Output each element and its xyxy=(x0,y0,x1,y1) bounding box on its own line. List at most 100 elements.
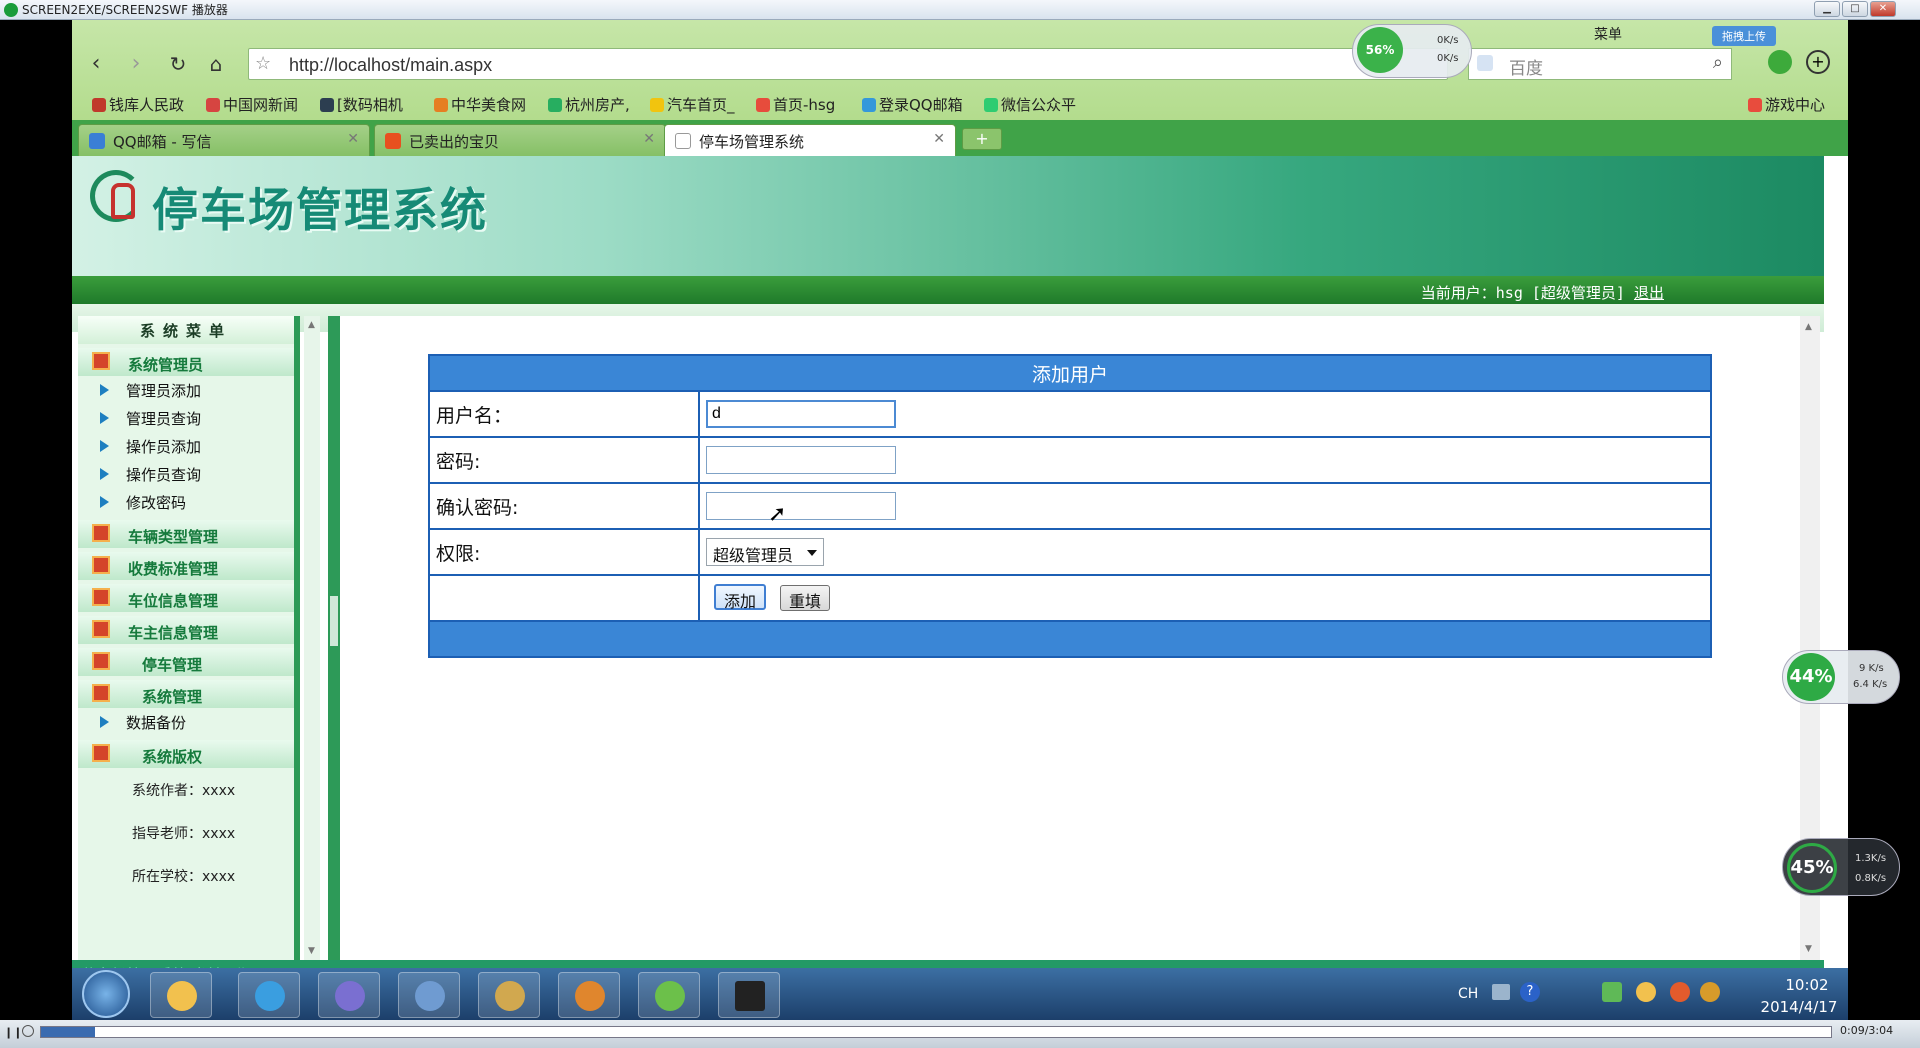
site-title: 停车场管理系统 xyxy=(152,183,488,237)
network-meter-top[interactable]: 56% 0K/s 0K/s xyxy=(1352,24,1472,78)
menu-group-fee-standard[interactable]: 收费标准管理 xyxy=(78,552,294,580)
close-tab-icon[interactable]: ✕ xyxy=(643,131,655,147)
folder-icon xyxy=(92,588,110,606)
search-icon[interactable]: ⌕ xyxy=(1713,52,1723,73)
loop-icon[interactable] xyxy=(22,1025,34,1037)
menu-item-query-admin[interactable]: 管理员查询 xyxy=(78,404,294,432)
tray-app-icon[interactable] xyxy=(1636,982,1656,1002)
menu-group-system[interactable]: 系统管理 xyxy=(78,680,294,708)
progress-bar[interactable] xyxy=(40,1026,1832,1038)
search-input[interactable]: 百度 xyxy=(1509,54,1543,79)
url-text[interactable]: http://localhost/main.aspx xyxy=(289,55,492,76)
bookmark-item[interactable]: 登录QQ邮箱 xyxy=(862,94,963,115)
refresh-icon[interactable]: ↻ xyxy=(164,50,192,78)
menu-group-copyright[interactable]: 系统版权 xyxy=(78,740,294,768)
menu-group-owner-info[interactable]: 车主信息管理 xyxy=(78,616,294,644)
new-tab-button[interactable]: + xyxy=(962,128,1002,150)
scroll-up-icon[interactable]: ▲ xyxy=(1805,322,1812,332)
address-bar[interactable]: ☆ http://localhost/main.aspx xyxy=(248,48,1448,80)
scroll-down-icon[interactable]: ▼ xyxy=(1805,944,1812,954)
keyboard-icon[interactable] xyxy=(1492,984,1510,1000)
menu-label[interactable]: 菜单 xyxy=(1594,24,1622,44)
bookmark-item[interactable]: 首页-hsg xyxy=(756,94,835,115)
taskbar-app-8[interactable] xyxy=(718,972,780,1018)
upload-button[interactable]: 拖拽上传 xyxy=(1712,26,1776,46)
back-icon[interactable]: ‹ xyxy=(82,50,110,78)
help-icon[interactable]: ? xyxy=(1520,982,1540,1002)
bookmark-item[interactable]: 中华美食网 xyxy=(434,94,526,115)
taskbar-app-7[interactable] xyxy=(638,972,700,1018)
menu-group-parking[interactable]: 停车管理 xyxy=(78,648,294,676)
player-title: SCREEN2EXE/SCREEN2SWF 播放器 xyxy=(22,3,228,17)
sidebar-scrollbar[interactable]: ▲ ▼ xyxy=(304,316,320,960)
add-button[interactable]: 添加 xyxy=(714,584,767,611)
web-page: 停车场管理系统 当前用户：hsg [超级管理员] 退出 系统菜单 系统管理员 管… xyxy=(72,156,1848,1020)
close-tab-icon[interactable]: ✕ xyxy=(933,131,945,147)
search-box[interactable]: 百度 ⌕ xyxy=(1468,48,1732,80)
school-info: 所在学校：xxxx xyxy=(132,869,236,885)
tray-app-icon[interactable] xyxy=(1602,982,1622,1002)
language-indicator[interactable]: CH xyxy=(1458,986,1478,1002)
clock-time[interactable]: 10:02 xyxy=(1762,976,1852,994)
bookmark-item[interactable]: 钱库人民政 xyxy=(92,94,184,115)
reset-button[interactable]: 重填 xyxy=(780,585,831,611)
menu-item-add-admin[interactable]: 管理员添加 xyxy=(78,376,294,404)
taskbar-browser[interactable] xyxy=(238,972,300,1018)
search-engine-icon[interactable] xyxy=(1477,55,1493,71)
bookmark-item[interactable]: 汽车首页_ xyxy=(650,94,735,115)
scroll-down-icon[interactable]: ▼ xyxy=(308,946,315,956)
scroll-up-icon[interactable]: ▲ xyxy=(308,320,315,330)
network-meter-middle[interactable]: 44% 9 K/s 6.4 K/s xyxy=(1782,650,1900,704)
navigation-bar: ‹ › ↻ ⌂ ☆ http://localhost/main.aspx 菜单 … xyxy=(72,20,1848,120)
star-icon[interactable]: ☆ xyxy=(255,53,271,74)
page-icon xyxy=(675,133,691,149)
qq-icon[interactable] xyxy=(1670,982,1690,1002)
chat-icon[interactable] xyxy=(1768,50,1792,74)
home-icon[interactable]: ⌂ xyxy=(202,50,230,78)
menu-group-space-info[interactable]: 车位信息管理 xyxy=(78,584,294,612)
bookmark-item[interactable]: 中国网新闻 xyxy=(206,94,298,115)
taskbar-app-5[interactable] xyxy=(478,972,540,1018)
bookmark-item[interactable]: [数码相机 xyxy=(320,94,403,115)
password-input[interactable] xyxy=(706,446,896,474)
close-button[interactable]: ✕ xyxy=(1870,1,1896,17)
browser-icon xyxy=(255,981,285,1011)
tab-qq-mail[interactable]: QQ邮箱 - 写信 ✕ xyxy=(78,124,370,156)
menu-group-vehicle-type[interactable]: 车辆类型管理 xyxy=(78,520,294,548)
app-icon xyxy=(575,981,605,1011)
taskbar-app-4[interactable] xyxy=(398,972,460,1018)
pause-icon[interactable]: ❙❙ xyxy=(4,1026,22,1039)
form-footer xyxy=(428,620,1712,658)
username-input[interactable] xyxy=(706,400,896,428)
tray-app-icon[interactable] xyxy=(1700,982,1720,1002)
minimize-button[interactable]: ▁ xyxy=(1814,1,1840,17)
taskbar-explorer[interactable] xyxy=(150,972,212,1018)
tab-sold-items[interactable]: 已卖出的宝贝 ✕ xyxy=(374,124,666,156)
game-center-link[interactable]: 游戏中心 xyxy=(1748,94,1825,115)
start-button-icon[interactable] xyxy=(82,970,130,1018)
form-title: 添加用户 xyxy=(428,354,1712,392)
menu-item-change-password[interactable]: 修改密码 xyxy=(78,488,294,516)
collapse-handle[interactable] xyxy=(330,596,338,646)
app-icon xyxy=(655,981,685,1011)
menu-item-add-operator[interactable]: 操作员添加 xyxy=(78,432,294,460)
add-icon[interactable]: + xyxy=(1806,50,1830,74)
confirm-password-input[interactable] xyxy=(706,492,896,520)
maximize-button[interactable]: □ xyxy=(1842,1,1868,17)
clock-date[interactable]: 2014/4/17 xyxy=(1744,998,1854,1016)
forward-icon[interactable]: › xyxy=(122,50,150,78)
frame-divider[interactable] xyxy=(328,316,340,960)
bookmark-item[interactable]: 杭州房产, xyxy=(548,94,630,115)
logout-link[interactable]: 退出 xyxy=(1634,284,1664,302)
network-meter-bottom[interactable]: 45% 1.3K/s 0.8K/s xyxy=(1782,838,1900,896)
bookmark-item[interactable]: 微信公众平 xyxy=(984,94,1076,115)
menu-group-system-admin[interactable]: 系统管理员 xyxy=(78,348,294,376)
taskbar-app-6[interactable] xyxy=(558,972,620,1018)
folder-icon xyxy=(92,652,110,670)
taskbar-app-3[interactable] xyxy=(318,972,380,1018)
tab-parking-system[interactable]: 停车场管理系统 ✕ xyxy=(664,124,956,156)
close-tab-icon[interactable]: ✕ xyxy=(347,131,359,147)
menu-item-query-operator[interactable]: 操作员查询 xyxy=(78,460,294,488)
role-select[interactable]: 超级管理员 xyxy=(706,538,824,566)
menu-item-data-backup[interactable]: 数据备份 xyxy=(78,708,294,736)
